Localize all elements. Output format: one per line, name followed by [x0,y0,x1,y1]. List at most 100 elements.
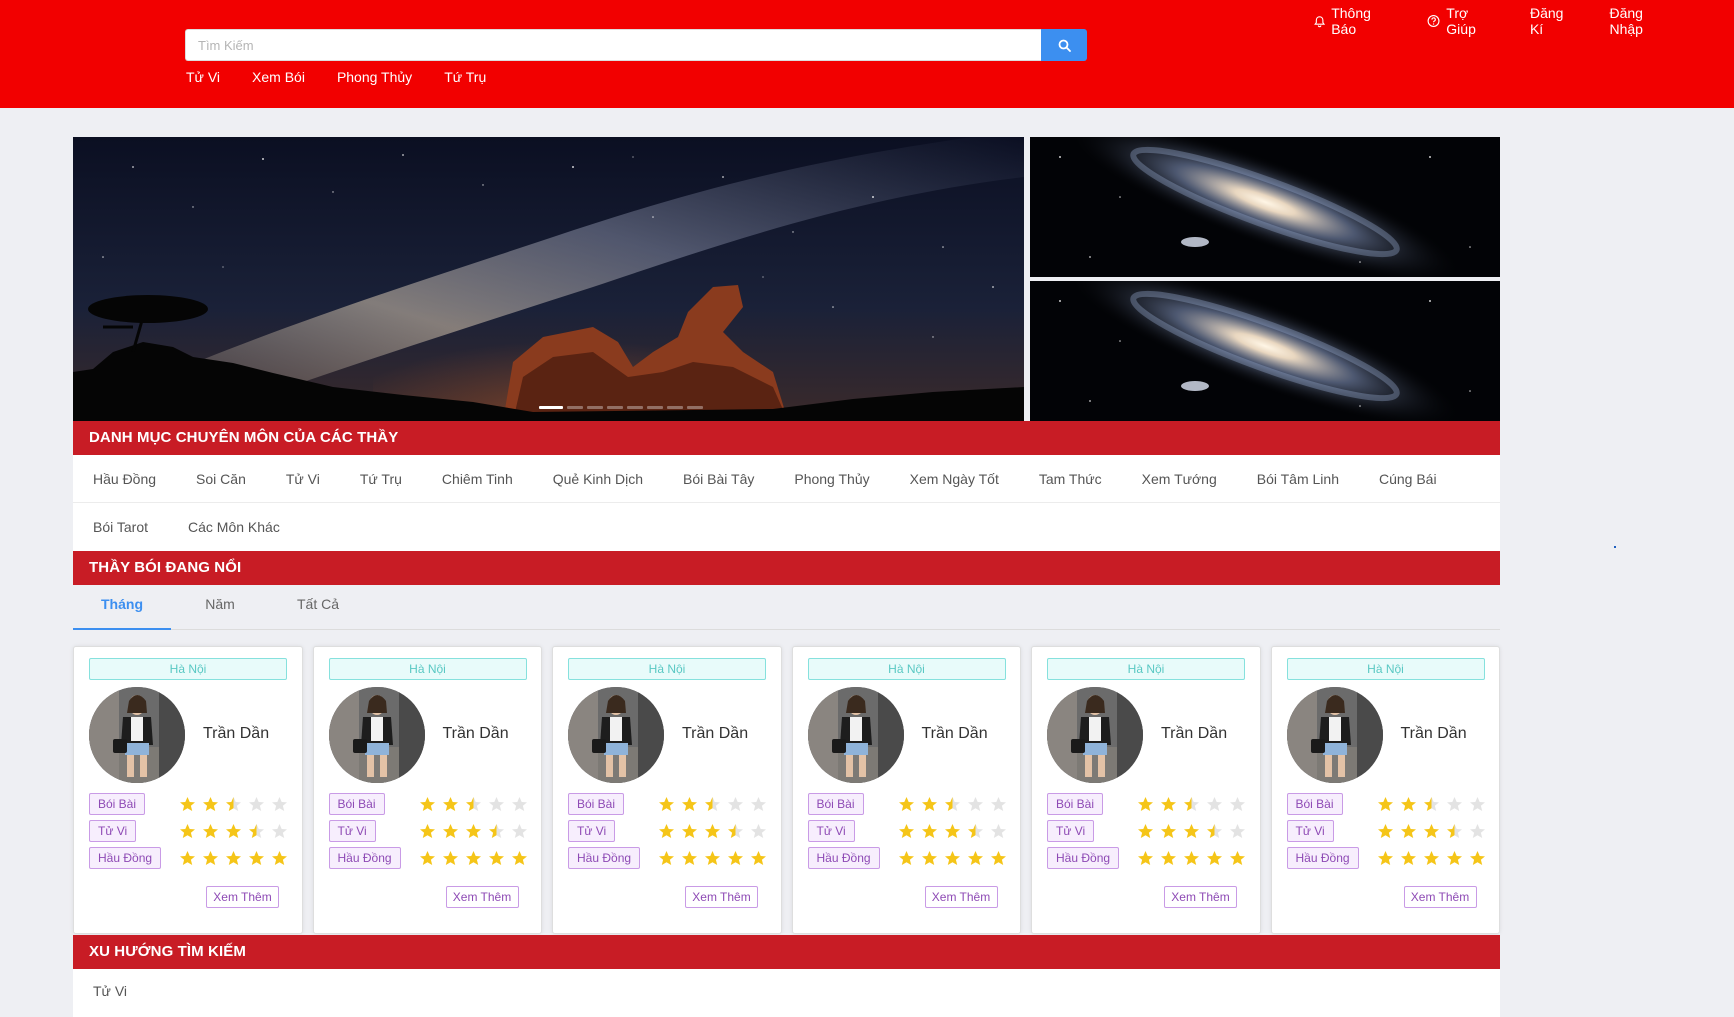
skill-tag[interactable]: Hầu Đồng [89,847,162,869]
skill-tag[interactable]: Tử Vi [568,820,616,842]
teller-name[interactable]: Trần Dần [922,725,988,743]
category-item[interactable]: Soi Căn [196,471,246,487]
star-icon [967,851,983,865]
star-icon [1138,824,1153,838]
see-more-button[interactable]: Xem Thêm [1403,886,1477,908]
search-button[interactable] [1041,29,1087,61]
category-item[interactable]: Xem Ngày Tốt [910,471,999,487]
carousel-dot[interactable] [567,406,583,409]
banner-main-image [73,137,1024,421]
star-half-icon [1446,824,1462,838]
star-icon [1207,851,1222,865]
star-icon [1469,851,1485,865]
fortune-teller-card[interactable]: Hà Nội Trần Dần Bói Bài Tử Vi Hầu Đồng Xem T… [73,646,303,934]
skill-tag[interactable]: Tử Vi [89,820,137,842]
skill-tag[interactable]: Tử Vi [1286,820,1334,842]
avatar[interactable] [1047,687,1143,783]
skill-tag[interactable]: Tử Vi [1047,820,1095,842]
star-icon [682,824,697,838]
nav-item-phong-thuy[interactable]: Phong Thủy [337,69,412,85]
login-link[interactable]: Đăng Nhập [1609,5,1676,37]
carousel-dot[interactable] [587,406,603,409]
avatar[interactable] [807,687,904,783]
skill-tag[interactable]: Hầu Đồng [1047,847,1120,869]
tab-tat-ca[interactable]: Tất Cả [269,590,367,629]
see-more-button[interactable]: Xem Thêm [924,886,998,908]
skill-tag[interactable]: Hầu Đồng [1286,847,1359,869]
star-rating [1377,796,1486,813]
side-banner-top[interactable] [1030,137,1500,277]
tab-nam[interactable]: Năm [171,590,269,629]
skill-tag[interactable]: Tử Vi [328,820,376,842]
teller-name[interactable]: Trần Dần [1161,725,1227,743]
category-item[interactable]: Cúng Bái [1379,471,1437,487]
avatar-image [89,687,185,783]
nav-item-tu-tru[interactable]: Tứ Trụ [444,69,486,85]
see-more-button[interactable]: Xem Thêm [206,886,279,908]
avatar[interactable] [568,687,664,783]
category-item[interactable]: Bói Tâm Linh [1257,471,1339,487]
fortune-teller-card[interactable]: Hà Nội Trần Dần Bói Bài Tử Vi Hầu Đồng Xem T… [1031,646,1261,934]
avatar[interactable] [89,687,185,783]
teller-name[interactable]: Trần Dần [443,725,509,743]
see-more-button[interactable]: Xem Thêm [445,886,519,908]
star-icon [465,851,481,865]
notifications-link[interactable]: Thông Báo [1314,5,1395,37]
skill-tag[interactable]: Bói Bài [568,793,625,815]
category-item[interactable]: Các Môn Khác [188,519,280,535]
see-more-button[interactable]: Xem Thêm [685,886,758,908]
category-item[interactable]: Bói Bài Tây [683,471,754,487]
avatar[interactable] [1286,687,1383,783]
fortune-teller-card[interactable]: Hà Nội Trần Dần Bói Bài Tử Vi Hầu Đồng Xem T… [312,646,542,934]
skill-tag[interactable]: Bói Bài [807,793,864,815]
skill-tag[interactable]: Bói Bài [1047,793,1104,815]
carousel-dot[interactable] [647,406,663,409]
location-badge: Hà Nội [89,658,287,680]
skill-tag[interactable]: Hầu Đồng [568,847,641,869]
skill-tag[interactable]: Tử Vi [807,820,855,842]
carousel-dot[interactable] [627,406,643,409]
carousel-dot[interactable] [687,406,703,409]
teller-name[interactable]: Trần Dần [1401,725,1467,743]
help-link[interactable]: Trợ Giúp [1427,5,1498,37]
see-more-button[interactable]: Xem Thêm [1164,886,1237,908]
skill-tag[interactable]: Bói Bài [89,793,146,815]
star-icon [1400,824,1416,838]
teller-name[interactable]: Trần Dần [682,725,748,743]
fortune-teller-card[interactable]: Hà Nội Trần Dần Bói Bài Tử Vi Hầu Đồng Xem T… [791,646,1021,934]
carousel-dot[interactable] [539,406,563,409]
skill-tag[interactable]: Bói Bài [1286,793,1343,815]
category-item[interactable]: Phong Thủy [794,471,869,487]
carousel-dot[interactable] [607,406,623,409]
tab-thang[interactable]: Tháng [73,590,171,630]
star-half-icon [1184,797,1199,811]
category-item[interactable]: Hầu Đồng [93,471,156,487]
category-item[interactable]: Bói Tarot [93,519,148,535]
avatar[interactable] [328,687,425,783]
star-icon [419,824,435,838]
teller-name[interactable]: Trần Dần [203,725,269,743]
search-input[interactable] [185,29,1041,61]
skill-tag[interactable]: Hầu Đồng [807,847,880,869]
skill-tag[interactable]: Hầu Đồng [328,847,401,869]
star-half-icon [1207,824,1222,838]
skill-tag[interactable]: Bói Bài [328,793,385,815]
fortune-teller-card[interactable]: Hà Nội Trần Dần Bói Bài Tử Vi Hầu Đồng Xem T… [1270,646,1500,934]
register-link[interactable]: Đăng Kí [1530,5,1578,37]
category-item[interactable]: Tam Thức [1039,471,1102,487]
category-item[interactable]: Tứ Trụ [360,471,402,487]
star-icon [1469,797,1485,811]
fortune-teller-card[interactable]: Hà Nội Trần Dần Bói Bài Tử Vi Hầu Đồng Xem T… [552,646,782,934]
banner-carousel[interactable] [73,137,1024,421]
avatar-image [807,687,904,783]
carousel-dot[interactable] [667,406,683,409]
category-item[interactable]: Chiêm Tinh [442,471,513,487]
category-item[interactable]: Quẻ Kinh Dịch [553,471,643,487]
side-banner-bottom[interactable] [1030,281,1500,421]
nav-item-tu-vi[interactable]: Tử Vi [186,69,220,85]
category-item[interactable]: Xem Tướng [1142,471,1217,487]
trend-item[interactable]: Tử Vi [93,983,127,999]
category-item[interactable]: Tử Vi [286,471,320,487]
star-icon [180,851,195,865]
nav-item-xem-boi[interactable]: Xem Bói [252,69,305,85]
